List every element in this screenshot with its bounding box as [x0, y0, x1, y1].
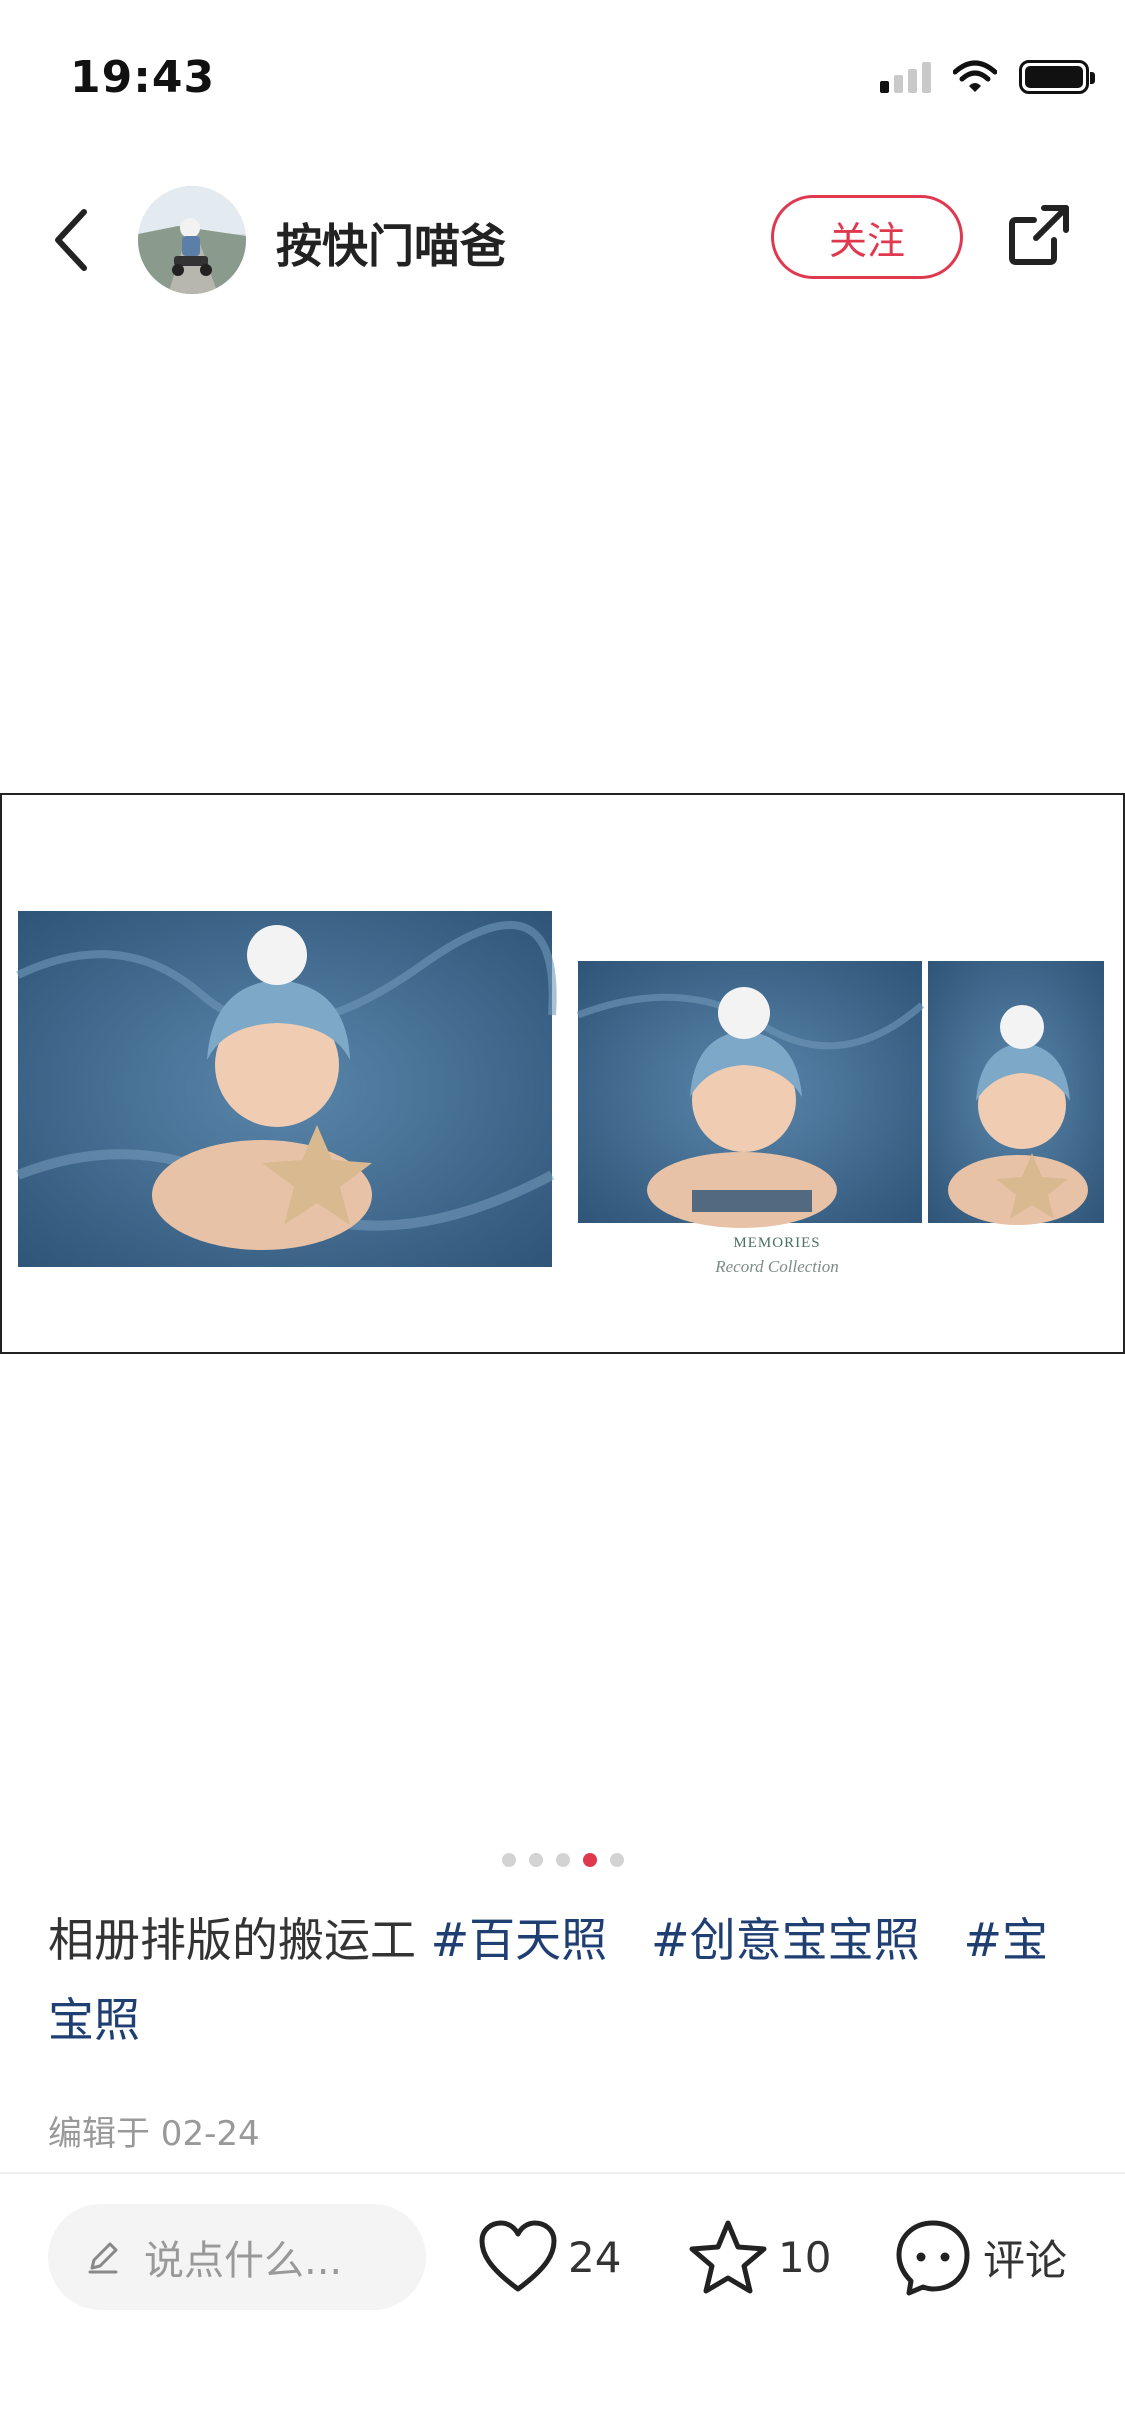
- memories-title: MEMORIES: [733, 1235, 821, 1251]
- share-icon[interactable]: [1004, 200, 1074, 270]
- carousel-dot: [582, 1853, 597, 1867]
- author-name[interactable]: 按快门喵爸: [276, 210, 506, 276]
- comment-placeholder: 说点什么...: [144, 2238, 343, 2284]
- follow-button[interactable]: 关注: [771, 195, 963, 279]
- cellular-signal-icon: [880, 61, 931, 93]
- like-button[interactable]: 24: [478, 2212, 621, 2302]
- author-avatar[interactable]: [138, 186, 246, 294]
- wifi-icon: [953, 60, 997, 92]
- comment-label: 评论: [983, 2235, 1068, 2285]
- baby-photo-right: [928, 961, 1104, 1225]
- status-icons: [880, 60, 1095, 94]
- hashtag-link[interactable]: #创意宝宝照: [651, 1913, 920, 1967]
- memories-subtitle: Record Collection: [715, 1257, 839, 1276]
- status-time: 19:43: [70, 52, 216, 103]
- star-icon: [689, 2220, 767, 2294]
- carousel-dot: [528, 1853, 543, 1867]
- pencil-icon: [88, 2242, 118, 2274]
- comment-button[interactable]: 评论: [893, 2212, 1067, 2302]
- divider: [0, 2172, 1125, 2174]
- carousel-indicator: [0, 1853, 1125, 1867]
- comment-bubble-icon: [896, 2220, 970, 2296]
- baby-photo-large: [16, 911, 557, 1267]
- edit-time: 编辑于 02-24: [48, 2114, 260, 2154]
- carousel-dot: [501, 1853, 516, 1867]
- hashtag-link[interactable]: #百天照: [431, 1913, 608, 1967]
- caption-text: 相册排版的搬运工: [48, 1913, 431, 1967]
- collect-count: 10: [778, 2232, 832, 2282]
- heart-icon: [479, 2220, 557, 2292]
- post-image[interactable]: MEMORIES Record Collection: [0, 793, 1125, 1354]
- carousel-dot: [555, 1853, 570, 1867]
- collect-button[interactable]: 10: [688, 2212, 831, 2302]
- carousel-dot: [609, 1853, 624, 1867]
- battery-icon: [1019, 60, 1095, 94]
- post-header: 按快门喵爸 关注: [0, 170, 1125, 310]
- back-arrow-icon[interactable]: [44, 200, 100, 280]
- album-layout-image: [16, 911, 1104, 1267]
- baby-photo-middle: [576, 961, 925, 1228]
- comment-input[interactable]: 说点什么...: [48, 2204, 426, 2310]
- post-caption: 相册排版的搬运工 #百天照 #创意宝宝照 #宝宝照: [48, 1900, 1078, 2060]
- like-count: 24: [568, 2232, 622, 2282]
- status-bar: 19:43: [0, 0, 1125, 150]
